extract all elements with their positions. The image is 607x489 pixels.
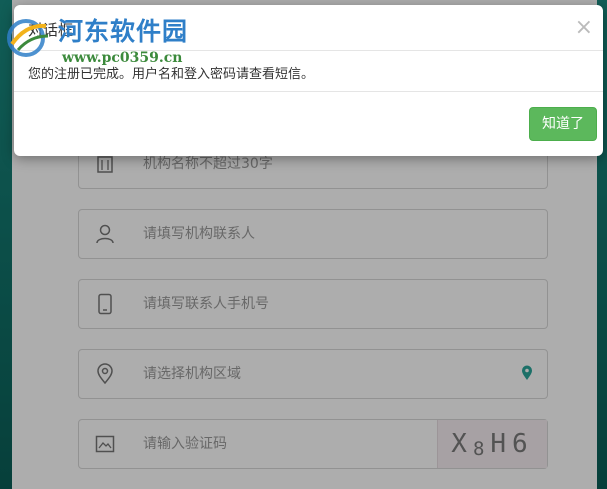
close-icon[interactable]: × [575,17,593,39]
dialog-divider [14,91,603,92]
dialog-title: 对话框 [28,21,74,39]
dialog-message: 您的注册已完成。用户名和登入密码请查看短信。 [28,67,315,82]
ok-button[interactable]: 知道了 [529,107,597,141]
notification-dialog: 对话框 × 您的注册已完成。用户名和登入密码请查看短信。 知道了 [14,5,603,156]
dialog-header: 对话框 × [14,5,603,51]
